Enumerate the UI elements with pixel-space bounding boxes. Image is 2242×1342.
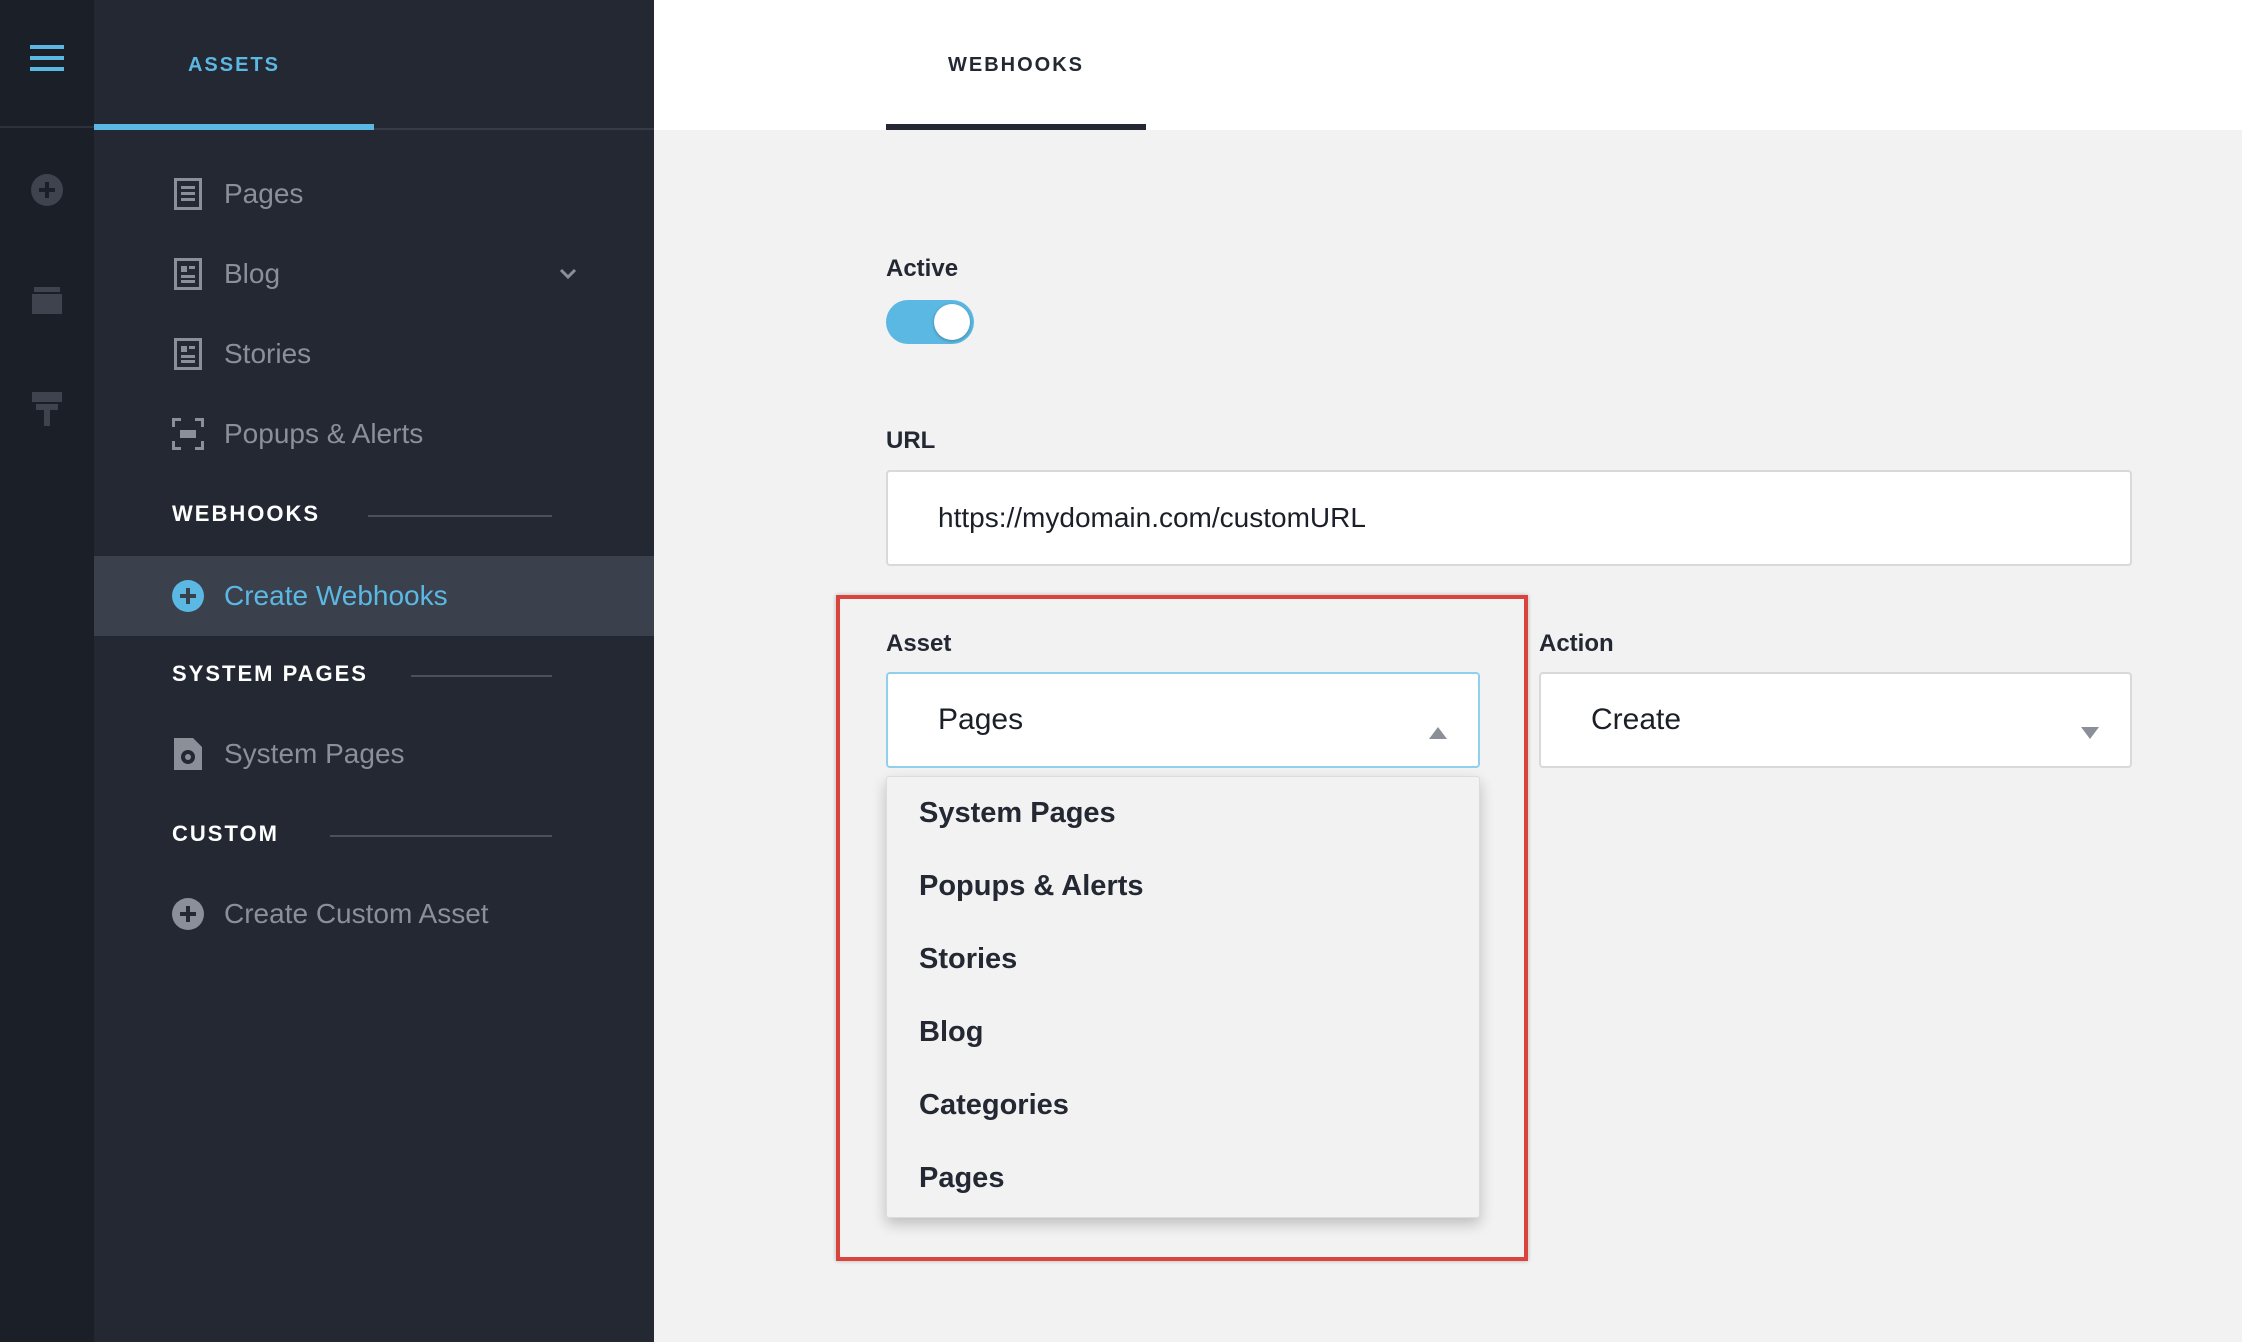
section-heading-webhooks: WEBHOOKS [172, 501, 320, 526]
section-divider [368, 515, 552, 517]
sidebar-item-label: Create Webhooks [224, 580, 448, 611]
sidebar-item-label: Popups & Alerts [224, 418, 424, 449]
section-heading-system-pages: SYSTEM PAGES [172, 661, 368, 686]
sidebar-item-create-webhooks[interactable]: Create Webhooks [94, 556, 654, 636]
action-select-value: Create [1591, 703, 1682, 736]
sidebar-item-system-pages[interactable]: System Pages [94, 714, 654, 794]
url-input[interactable]: https://mydomain.com/customURL [886, 470, 2132, 566]
section-divider [330, 835, 552, 837]
add-circle-icon [172, 898, 204, 930]
sidebar-item-stories[interactable]: Stories [94, 314, 654, 394]
action-label: Action [1539, 630, 1614, 657]
sidebar-item-create-custom-asset[interactable]: Create Custom Asset [94, 874, 654, 954]
sidebar-item-label: Pages [224, 178, 304, 209]
tab-webhooks[interactable]: WEBHOOKS [886, 0, 1146, 130]
tab-underline [94, 124, 374, 130]
annotation-highlight-box [836, 595, 1528, 1261]
sidebar-item-pages[interactable]: Pages [94, 154, 654, 234]
tab-underline [886, 124, 1146, 130]
section-divider [411, 675, 552, 677]
chevron-down-icon[interactable] [552, 258, 584, 290]
popup-icon [172, 418, 204, 450]
caret-down-icon [2080, 714, 2100, 739]
add-circle-icon[interactable] [0, 172, 94, 208]
tab-assets[interactable]: ASSETS [94, 0, 374, 130]
sidebar-item-label: Create Custom Asset [224, 898, 489, 929]
sidebar-item-popups-alerts[interactable]: Popups & Alerts [94, 394, 654, 474]
sidebar-item-label: System Pages [224, 738, 405, 769]
url-label: URL [886, 427, 936, 454]
toggle-knob [934, 304, 970, 340]
active-toggle[interactable] [886, 300, 974, 344]
sidebar-item-blog[interactable]: Blog [94, 234, 654, 314]
settings-page-icon [172, 738, 204, 770]
main-tabbar: WEBHOOKS [654, 0, 2242, 130]
menu-icon[interactable] [0, 36, 94, 80]
action-select[interactable]: Create [1539, 672, 2132, 768]
section-heading-custom: CUSTOM [172, 821, 279, 846]
page-icon [172, 258, 204, 290]
add-circle-icon [172, 580, 204, 612]
sidebar-item-label: Stories [224, 338, 312, 369]
paint-roller-icon[interactable] [0, 390, 94, 430]
page-icon [172, 338, 204, 370]
page-icon [172, 178, 204, 210]
sidebar-tabbar: ASSETS [94, 0, 654, 130]
sidebar-item-label: Blog [224, 258, 281, 289]
sidebar: ASSETS Pages Blog Stories Popups & Alert… [94, 0, 654, 1342]
active-label: Active [886, 255, 959, 282]
folder-icon[interactable] [0, 282, 94, 318]
icon-rail [0, 0, 94, 1342]
